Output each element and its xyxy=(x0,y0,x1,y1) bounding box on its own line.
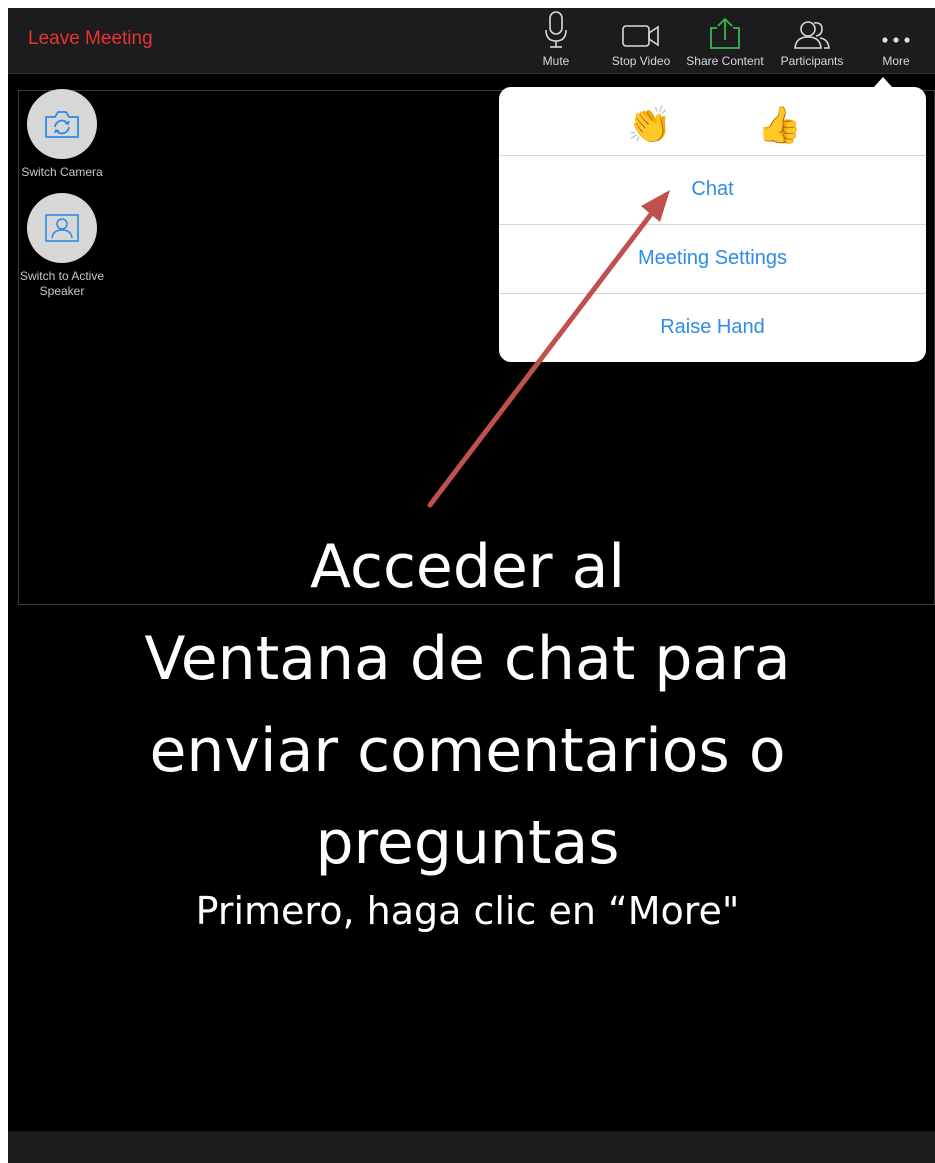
share-content-label: Share Content xyxy=(686,54,764,68)
more-label: More xyxy=(882,54,910,68)
mute-button[interactable]: Mute xyxy=(526,8,586,73)
meeting-toolbar: Leave Meeting Mute Stop Video Share Cont… xyxy=(8,8,935,74)
caption-line-1: Acceder al xyxy=(309,532,626,602)
switch-camera-label: Switch Camera xyxy=(21,165,103,179)
more-menu-popover: 👏 👍 Chat Meeting Settings Raise Hand xyxy=(499,77,926,362)
more-button[interactable]: More xyxy=(866,8,926,73)
share-content-button[interactable]: Share Content xyxy=(682,8,768,73)
participants-label: Participants xyxy=(780,54,844,68)
stop-video-label: Stop Video xyxy=(611,54,671,68)
active-speaker-icon xyxy=(45,214,79,242)
raise-hand-menu-item[interactable]: Raise Hand xyxy=(499,293,926,362)
reactions-row: 👏 👍 xyxy=(499,87,926,156)
switch-camera-icon xyxy=(45,111,79,138)
leave-meeting-button[interactable]: Leave Meeting xyxy=(28,28,153,50)
participants-button[interactable]: Participants xyxy=(772,8,852,73)
chat-menu-item[interactable]: Chat xyxy=(499,155,926,225)
video-camera-icon xyxy=(622,25,659,47)
switch-active-speaker-label: Switch to Active Speaker xyxy=(19,269,105,298)
switch-active-speaker-button[interactable]: Switch to Active Speaker xyxy=(8,193,117,299)
microphone-icon xyxy=(545,11,567,48)
caption-line-2: Ventana de chat para xyxy=(144,624,791,694)
clapping-hands-icon[interactable]: 👏 xyxy=(627,105,672,145)
share-upload-icon xyxy=(710,17,740,49)
thumbs-up-icon[interactable]: 👍 xyxy=(757,105,802,145)
caption-line-4: preguntas xyxy=(315,808,620,878)
caption-line-3: enviar comentarios o xyxy=(149,716,786,786)
stop-video-button[interactable]: Stop Video xyxy=(606,8,676,73)
switch-camera-button[interactable]: Switch Camera xyxy=(8,89,117,180)
meeting-settings-menu-item[interactable]: Meeting Settings xyxy=(499,224,926,294)
caption-subtitle: Primero, haga clic en “More" xyxy=(195,889,740,933)
mute-label: Mute xyxy=(542,54,570,68)
bottom-bar xyxy=(8,1131,935,1163)
more-dots-icon xyxy=(882,37,910,43)
participants-icon xyxy=(794,21,830,49)
